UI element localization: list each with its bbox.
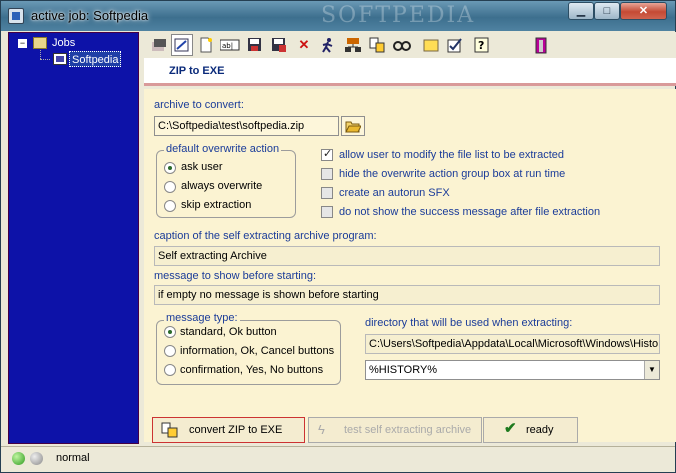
lightning-icon: ϟ bbox=[318, 422, 325, 437]
caption-label: caption of the self extracting archive p… bbox=[154, 230, 377, 242]
message-input[interactable]: if empty no message is shown before star… bbox=[154, 285, 660, 305]
convert-icon bbox=[161, 422, 178, 438]
status-text: normal bbox=[56, 452, 90, 464]
radio-standard-label: standard, Ok button bbox=[180, 326, 277, 338]
title-bar[interactable]: active job: Softpedia SOFTPEDIA ▁ □ ✕ bbox=[1, 1, 675, 31]
archive-label: archive to convert: bbox=[154, 99, 244, 111]
radio-skip-extraction-label: skip extraction bbox=[181, 199, 252, 211]
directory-path[interactable]: C:\Users\Softpedia\Appdata\Local\Microso… bbox=[365, 334, 660, 354]
check-icon[interactable] bbox=[444, 34, 466, 56]
radio-information-label: information, Ok, Cancel buttons bbox=[180, 345, 335, 357]
softpedia-watermark: SOFTPEDIA bbox=[321, 3, 476, 28]
view-icon[interactable] bbox=[391, 34, 413, 56]
new-file-icon[interactable] bbox=[195, 34, 217, 56]
svg-text:?: ? bbox=[478, 39, 484, 52]
directory-select[interactable]: %HISTORY% ▼ bbox=[365, 360, 660, 380]
job-tree[interactable]: − Jobs Softpedia bbox=[8, 32, 139, 444]
test-button-label: test self extracting archive bbox=[344, 424, 472, 436]
status-bar: normal bbox=[1, 446, 675, 472]
radio-ask-user[interactable] bbox=[164, 162, 176, 174]
message-label: message to show before starting: bbox=[154, 270, 317, 282]
maximize-button[interactable]: □ bbox=[594, 2, 620, 20]
delete-icon[interactable]: ✕ bbox=[293, 34, 315, 56]
new-job-icon[interactable] bbox=[148, 34, 170, 56]
rename-icon[interactable]: ab| bbox=[219, 34, 241, 56]
checkbox-no-success[interactable] bbox=[321, 206, 333, 218]
form-area: archive to convert: C:\Softpedia\test\so… bbox=[144, 89, 676, 443]
grey-status-icon bbox=[30, 452, 43, 465]
exit-icon[interactable] bbox=[530, 34, 552, 56]
caption-input[interactable]: Self extracting Archive bbox=[154, 246, 660, 266]
toolbar: ab| ✕ ? bbox=[144, 32, 676, 58]
minimize-button[interactable]: ▁ bbox=[568, 2, 594, 20]
network-icon[interactable] bbox=[342, 34, 364, 56]
radio-ask-user-label: ask user bbox=[181, 161, 223, 173]
ready-button-label: ready bbox=[526, 424, 554, 436]
message-type-title: message type: bbox=[164, 312, 240, 324]
test-button[interactable]: ϟ test self extracting archive bbox=[308, 417, 482, 443]
radio-skip-extraction[interactable] bbox=[164, 200, 176, 212]
ready-button[interactable]: ✔ ready bbox=[483, 417, 578, 443]
radio-standard[interactable] bbox=[164, 326, 176, 338]
run-icon[interactable] bbox=[317, 34, 339, 56]
checkbox-autorun-label: create an autorun SFX bbox=[339, 187, 450, 199]
save-as-icon[interactable] bbox=[268, 34, 290, 56]
overwrite-group-title: default overwrite action bbox=[164, 143, 282, 155]
folder-open-icon[interactable] bbox=[420, 34, 442, 56]
main-window: active job: Softpedia SOFTPEDIA ▁ □ ✕ − … bbox=[0, 0, 676, 473]
svg-text:ab|: ab| bbox=[222, 42, 233, 50]
radio-confirmation[interactable] bbox=[164, 364, 176, 376]
panel-header: ZIP to EXE bbox=[144, 58, 676, 86]
checkbox-allow-modify-label: allow user to modify the file list to be… bbox=[339, 149, 564, 161]
convert-button-label: convert ZIP to EXE bbox=[189, 424, 283, 436]
folder-open-icon bbox=[345, 121, 361, 133]
chevron-down-icon[interactable]: ▼ bbox=[644, 361, 659, 379]
browse-button[interactable] bbox=[341, 116, 365, 136]
radio-always-overwrite[interactable] bbox=[164, 181, 176, 193]
tree-item-softpedia[interactable]: Softpedia bbox=[69, 51, 122, 67]
collapse-icon[interactable]: − bbox=[18, 39, 27, 48]
green-status-icon bbox=[12, 452, 25, 465]
folder-icon bbox=[33, 37, 47, 49]
help-icon[interactable]: ? bbox=[471, 34, 493, 56]
job-icon bbox=[53, 53, 67, 65]
radio-always-overwrite-label: always overwrite bbox=[181, 180, 263, 192]
close-button[interactable]: ✕ bbox=[620, 2, 667, 20]
checkbox-autorun[interactable] bbox=[321, 187, 333, 199]
checkmark-icon: ✔ bbox=[504, 420, 517, 437]
convert-button[interactable]: convert ZIP to EXE bbox=[152, 417, 305, 443]
convert-icon[interactable] bbox=[366, 34, 388, 56]
directory-label: directory that will be used when extract… bbox=[365, 317, 573, 329]
directory-select-value: %HISTORY% bbox=[369, 364, 438, 376]
save-icon[interactable] bbox=[244, 34, 266, 56]
radio-confirmation-label: confirmation, Yes, No buttons bbox=[180, 364, 324, 376]
checkbox-hide-overwrite-label: hide the overwrite action group box at r… bbox=[339, 168, 566, 180]
archive-input[interactable]: C:\Softpedia\test\softpedia.zip bbox=[154, 116, 339, 136]
checkbox-hide-overwrite[interactable] bbox=[321, 168, 333, 180]
radio-information[interactable] bbox=[164, 345, 176, 357]
window-title: active job: Softpedia bbox=[31, 8, 149, 23]
checkbox-no-success-label: do not show the success message after fi… bbox=[339, 206, 601, 218]
app-icon bbox=[8, 8, 24, 24]
edit-job-icon[interactable] bbox=[171, 34, 193, 56]
panel-title: ZIP to EXE bbox=[169, 65, 225, 77]
tree-root-jobs[interactable]: Jobs bbox=[52, 35, 75, 51]
checkbox-allow-modify[interactable] bbox=[321, 147, 333, 161]
